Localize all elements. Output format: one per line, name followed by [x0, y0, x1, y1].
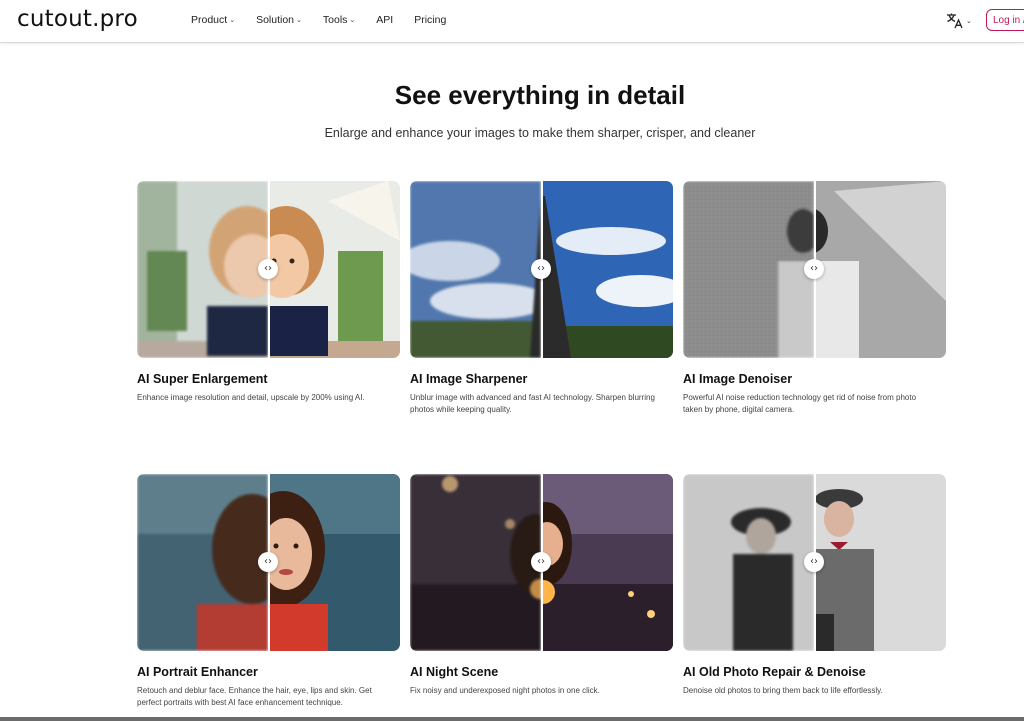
- card-description: Enhance image resolution and detail, ups…: [137, 393, 365, 402]
- card-title[interactable]: AI Image Denoiser: [683, 372, 946, 386]
- nav-api-label: API: [376, 14, 394, 26]
- before-image: [137, 181, 268, 358]
- nav-pricing[interactable]: Pricing: [414, 14, 446, 26]
- compare-handle[interactable]: ‹›: [804, 552, 824, 572]
- card-description: Retouch and deblur face. Enhance the hai…: [137, 686, 372, 707]
- after-image: [814, 474, 946, 651]
- nav-tools[interactable]: Tools ⌄: [323, 14, 355, 26]
- card-description: Unblur image with advanced and fast AI t…: [410, 393, 655, 414]
- feature-card-night-scene[interactable]: ‹› AI Night Scene Fix noisy and underexp…: [410, 474, 673, 697]
- translate-icon: [947, 13, 963, 29]
- logo[interactable]: cutout.pro: [17, 6, 138, 32]
- nav-solution[interactable]: Solution ⌄: [256, 14, 302, 26]
- comparison-image: ‹›: [683, 474, 946, 651]
- nav-solution-label: Solution: [256, 14, 295, 26]
- before-image: [137, 474, 268, 651]
- before-image: [410, 181, 541, 358]
- compare-handle[interactable]: ‹›: [258, 552, 278, 572]
- after-image: [268, 474, 400, 651]
- card-description: Fix noisy and underexposed night photos …: [410, 686, 600, 695]
- compare-handle[interactable]: ‹›: [531, 552, 551, 572]
- after-image: [268, 181, 400, 358]
- card-description: Powerful AI noise reduction technology g…: [683, 393, 917, 414]
- before-image: [683, 474, 814, 651]
- comparison-image: ‹›: [137, 181, 400, 358]
- login-button[interactable]: Log in /: [986, 9, 1024, 31]
- top-nav-bar: cutout.pro Product ⌄ Solution ⌄ Tools ⌄ …: [0, 0, 1024, 43]
- after-image: [814, 181, 946, 358]
- card-title[interactable]: AI Old Photo Repair & Denoise: [683, 665, 946, 679]
- comparison-image: ‹›: [410, 181, 673, 358]
- feature-card-image-sharpener[interactable]: ‹› AI Image Sharpener Unblur image with …: [410, 181, 673, 416]
- after-image: [541, 181, 673, 358]
- compare-handle[interactable]: ‹›: [804, 259, 824, 279]
- feature-card-old-photo-repair[interactable]: ‹› AI Old Photo Repair & Denoise Denoise…: [683, 474, 946, 697]
- chevron-down-icon: ⌄: [229, 17, 236, 24]
- bottom-divider: [0, 717, 1024, 721]
- comparison-image: ‹›: [137, 474, 400, 651]
- chevron-down-icon: ⌄: [966, 18, 972, 25]
- after-image: [541, 474, 673, 651]
- nav-product[interactable]: Product ⌄: [191, 14, 235, 26]
- nav-tools-label: Tools: [322, 14, 348, 26]
- compare-handle[interactable]: ‹›: [258, 259, 278, 279]
- main-nav: Product ⌄ Solution ⌄ Tools ⌄ API Pricing: [191, 14, 467, 26]
- comparison-image: ‹›: [410, 474, 673, 651]
- feature-card-portrait-enhancer[interactable]: ‹› AI Portrait Enhancer Retouch and debl…: [137, 474, 400, 709]
- before-image: [410, 474, 541, 651]
- feature-card-image-denoiser[interactable]: ‹› AI Image Denoiser Powerful AI noise r…: [683, 181, 946, 416]
- card-title[interactable]: AI Portrait Enhancer: [137, 665, 400, 679]
- feature-card-super-enlargement[interactable]: ‹› AI Super Enlargement Enhance image re…: [137, 181, 400, 404]
- card-description: Denoise old photos to bring them back to…: [683, 686, 883, 695]
- compare-handle[interactable]: ‹›: [531, 259, 551, 279]
- page-subtitle: Enlarge and enhance your images to make …: [324, 126, 756, 140]
- nav-product-label: Product: [191, 14, 228, 26]
- card-title[interactable]: AI Night Scene: [410, 665, 673, 679]
- card-title[interactable]: AI Image Sharpener: [410, 372, 673, 386]
- before-image: [683, 181, 814, 358]
- chevron-down-icon: ⌄: [296, 17, 302, 24]
- nav-pricing-label: Pricing: [414, 14, 447, 26]
- language-selector[interactable]: ⌄: [946, 12, 972, 30]
- comparison-image: ‹›: [683, 181, 946, 358]
- card-title[interactable]: AI Super Enlargement: [137, 372, 400, 386]
- nav-api[interactable]: API: [376, 14, 393, 26]
- page-title: See everything in detail: [394, 80, 686, 110]
- chevron-down-icon: ⌄: [349, 17, 356, 24]
